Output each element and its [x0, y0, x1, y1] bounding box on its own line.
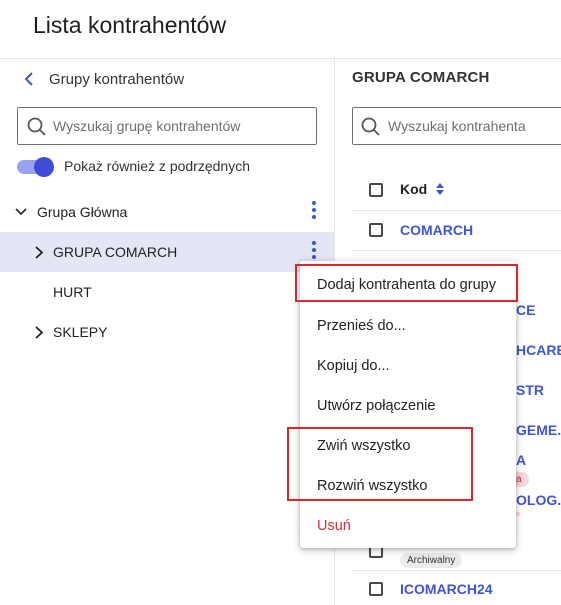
sort-icon[interactable]	[434, 182, 446, 196]
tree-item-label: SKLEPY	[53, 324, 108, 340]
group-search-field[interactable]	[17, 107, 317, 145]
menu-item-delete[interactable]: Usuń	[317, 518, 351, 534]
more-vert-icon[interactable]	[311, 241, 317, 263]
status-badge: Archiwalny	[400, 553, 463, 568]
contractor-code-link[interactable]: STR	[516, 382, 544, 398]
tree-item-label: HURT	[53, 284, 92, 300]
search-icon	[361, 117, 380, 136]
tree-item-sklepy[interactable]: SKLEPY	[0, 312, 334, 352]
chevron-left-icon[interactable]	[22, 70, 36, 88]
row-divider	[352, 210, 561, 211]
menu-item-copy-to[interactable]: Kopiuj do...	[317, 358, 390, 374]
row-checkbox[interactable]	[369, 582, 383, 596]
contractor-code-link[interactable]: CE	[516, 302, 535, 318]
row-divider	[352, 250, 561, 251]
row-divider	[352, 570, 561, 571]
show-subgroups-toggle[interactable]	[17, 156, 55, 178]
contractor-search-input[interactable]	[388, 116, 561, 136]
row-checkbox[interactable]	[369, 223, 383, 237]
contractor-code-link[interactable]: ICOMARCH24	[400, 581, 493, 597]
back-to-groups[interactable]: Grupy kontrahentów	[49, 71, 184, 88]
search-icon	[27, 117, 46, 136]
menu-item-create-link[interactable]: Utwórz połączenie	[317, 398, 435, 414]
tree-item-grupa-glowna[interactable]: Grupa Główna	[0, 192, 334, 232]
highlight-box	[295, 264, 518, 302]
contractor-code-link[interactable]: A	[516, 452, 526, 468]
context-menu: Dodaj kontrahenta do grupy Przenieś do..…	[300, 261, 516, 548]
chevron-down-icon[interactable]	[15, 207, 27, 217]
header-divider	[0, 58, 561, 59]
highlight-box	[287, 427, 473, 501]
toggle-label: Pokaż również z podrzędnych	[64, 158, 250, 174]
menu-item-move-to[interactable]: Przenieś do...	[317, 318, 406, 334]
group-title: GRUPA COMARCH	[352, 69, 490, 86]
tree-item-hurt[interactable]: HURT	[0, 272, 334, 312]
select-all-checkbox[interactable]	[369, 183, 383, 197]
tree-item-label: Grupa Główna	[37, 204, 128, 220]
chevron-right-icon[interactable]	[34, 326, 44, 339]
contractor-search-field[interactable]	[352, 107, 561, 145]
contractor-code-link[interactable]: COMARCH	[400, 222, 473, 238]
contractor-code-link[interactable]: HCARE	[516, 342, 561, 358]
page-title: Lista kontrahentów	[33, 12, 227, 38]
tree-item-label: GRUPA COMARCH	[53, 244, 178, 260]
contractor-code-link[interactable]: GEME...	[516, 422, 561, 438]
contractor-code-link[interactable]: OLOG...	[516, 492, 561, 508]
more-vert-icon[interactable]	[311, 201, 317, 223]
tree-item-grupa-comarch[interactable]: GRUPA COMARCH	[0, 232, 334, 272]
column-header-kod[interactable]: Kod	[400, 181, 427, 197]
group-search-input[interactable]	[53, 116, 308, 136]
chevron-right-icon[interactable]	[34, 246, 44, 259]
